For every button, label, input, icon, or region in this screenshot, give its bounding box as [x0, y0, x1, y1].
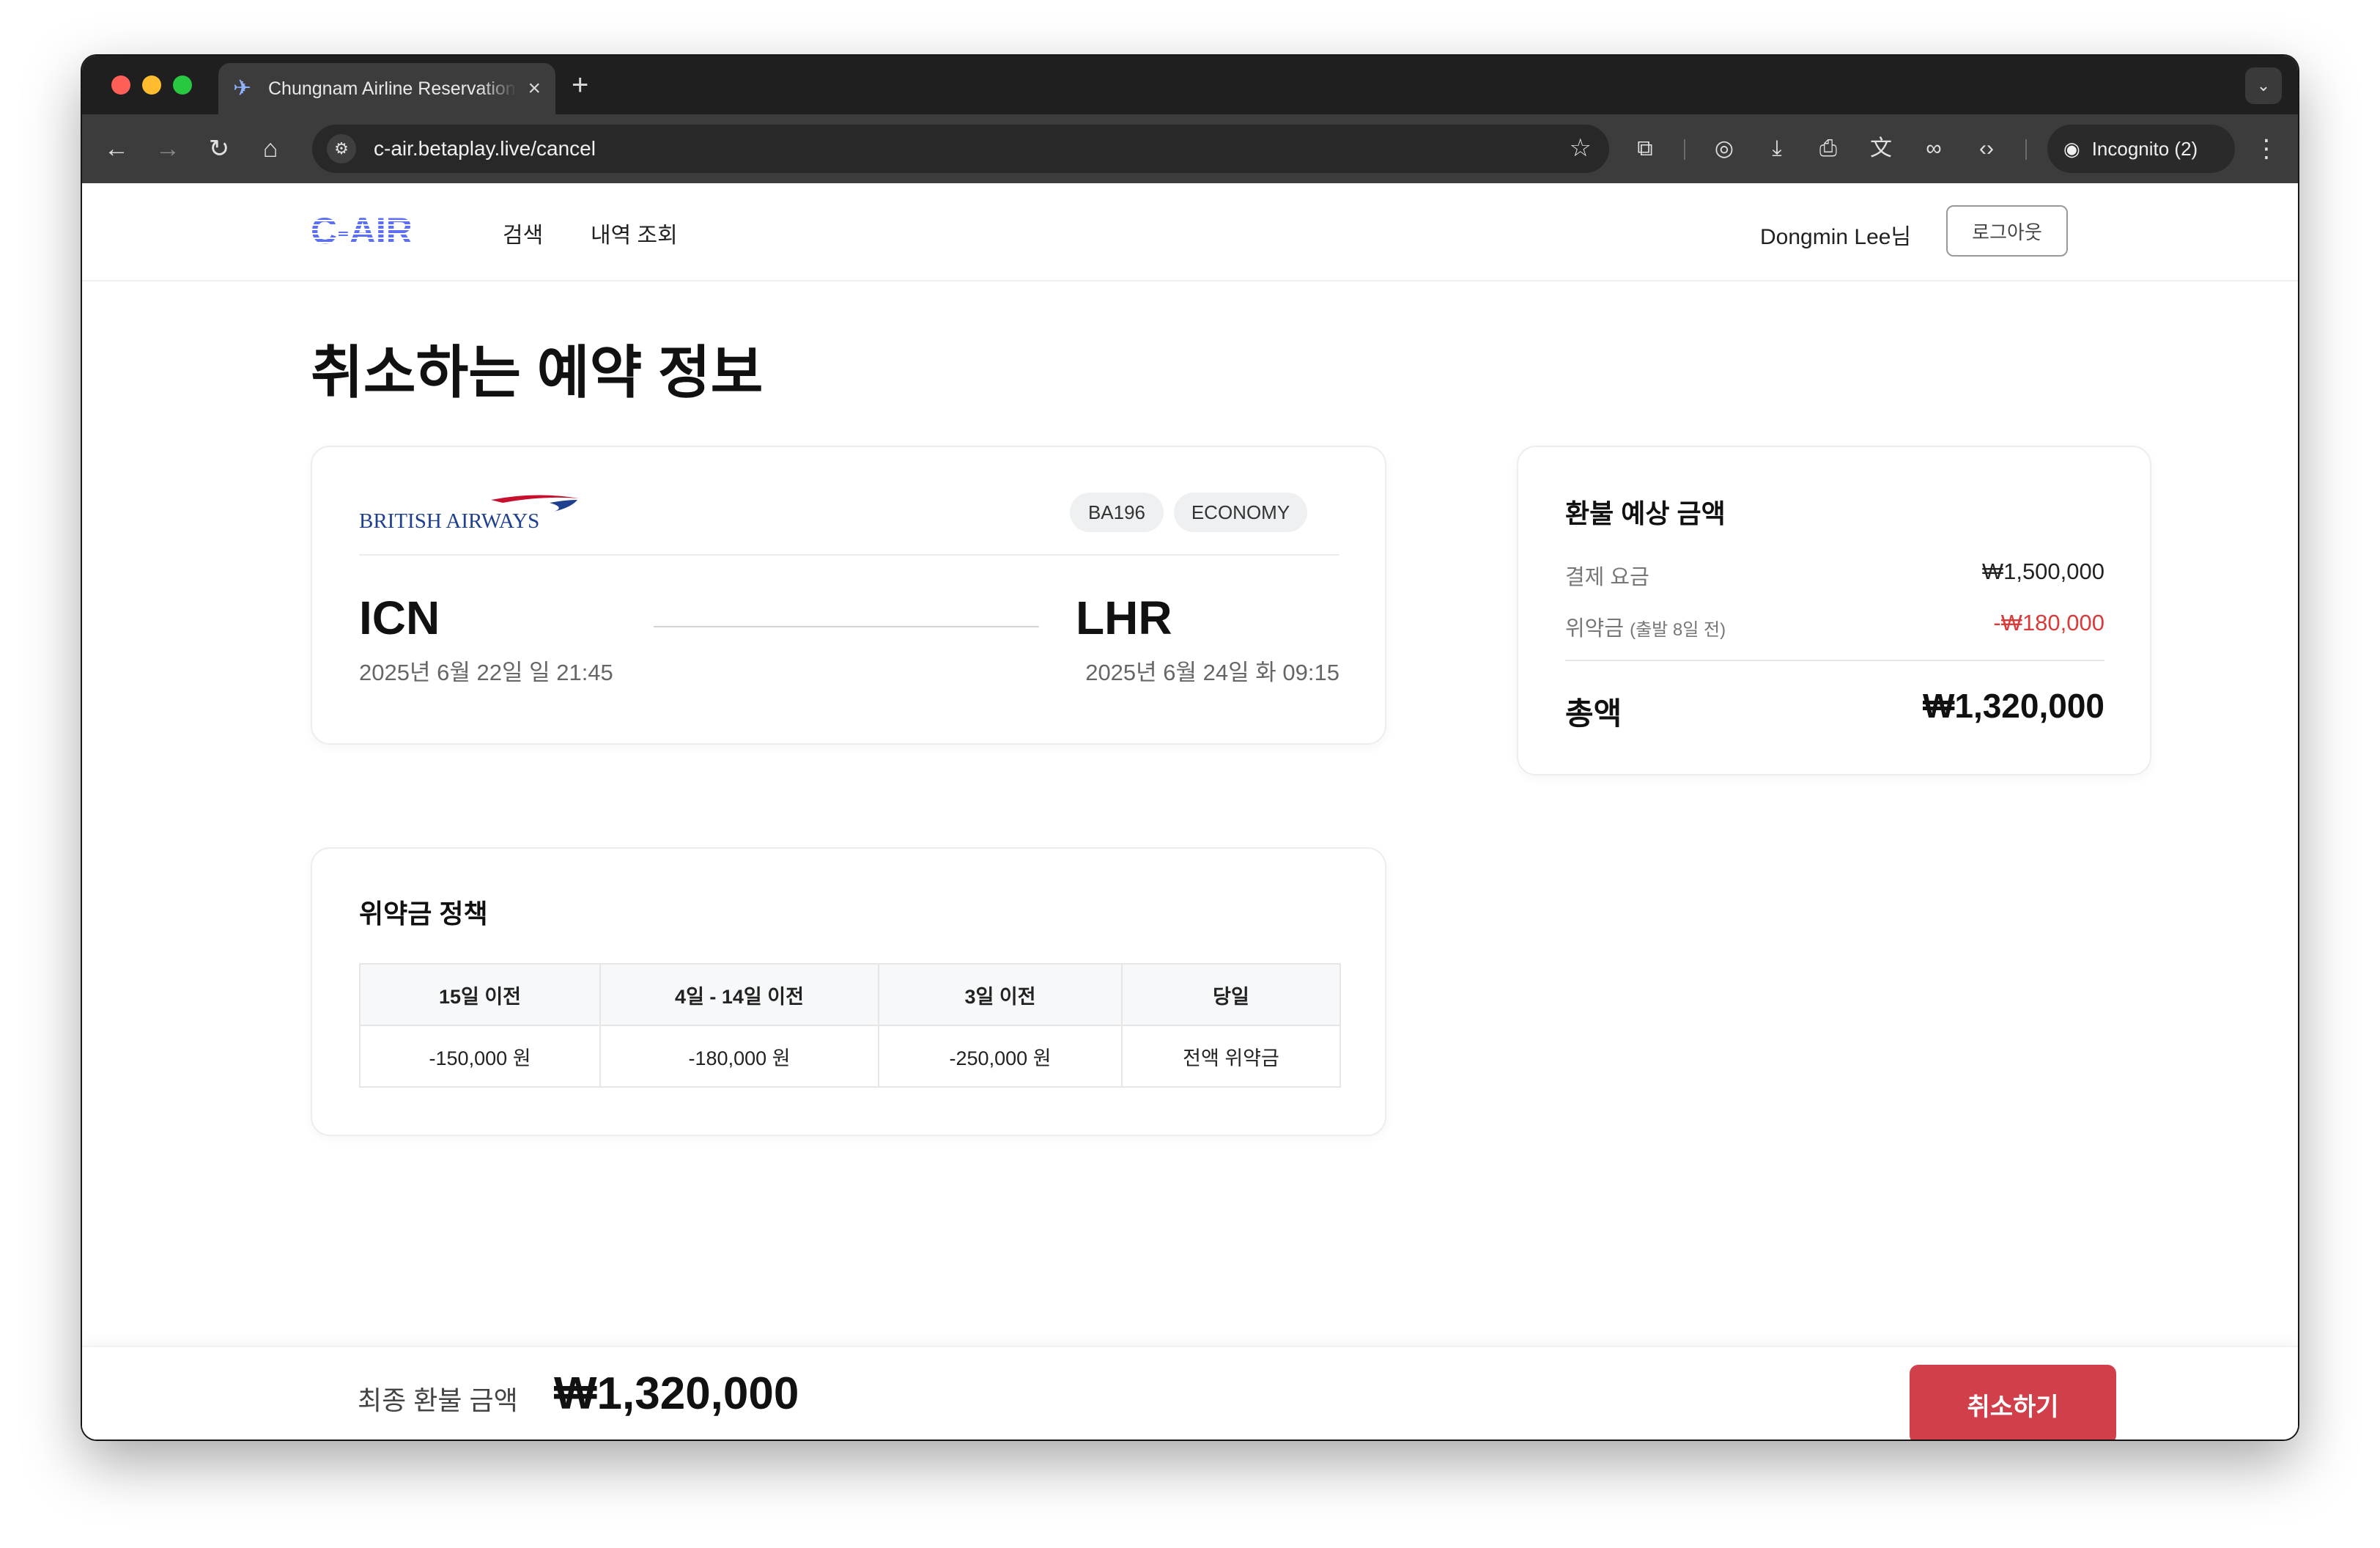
final-refund-amount: ₩1,320,000 — [554, 1368, 799, 1419]
browser-menu-icon[interactable]: ⋮ — [2254, 130, 2279, 167]
incognito-indicator[interactable]: ◉ Incognito (2) — [2047, 125, 2235, 173]
print-icon[interactable]: ⎙ — [1811, 132, 1845, 166]
toolbar-divider — [1684, 139, 1685, 160]
table-cell: -180,000 원 — [599, 1025, 879, 1088]
route-line — [654, 626, 1039, 627]
translate-icon[interactable]: 文 — [1864, 132, 1898, 166]
arrival-time: 2025년 6월 24일 화 09:15 — [1085, 660, 1339, 685]
incognito-glasses-icon[interactable]: ◎ — [1707, 132, 1741, 166]
policy-title: 위약금 정책 — [359, 899, 488, 929]
tab-title: Chungnam Airline Reservation — [268, 78, 516, 99]
toolbar-divider — [2025, 139, 2027, 160]
tab-bar: ✈ Chungnam Airline Reservation × + ⌄ — [82, 56, 2298, 114]
flight-number-badge: BA196 — [1070, 493, 1164, 532]
tab-close-icon[interactable]: × — [528, 78, 541, 100]
site-settings-icon[interactable]: ⚙ — [327, 134, 356, 163]
user-name: Dongmin Lee님 — [1760, 225, 1912, 249]
maximize-window-button[interactable] — [173, 75, 192, 95]
cabin-class-badge: ECONOMY — [1174, 493, 1307, 532]
new-tab-icon[interactable]: + — [572, 67, 588, 103]
incognito-icon: ◉ — [2063, 137, 2080, 160]
departure-time: 2025년 6월 22일 일 21:45 — [359, 660, 613, 685]
code-icon[interactable]: ‹› — [1970, 132, 2003, 166]
refund-footer-bar: 최종 환불 금액 ₩1,320,000 취소하기 — [82, 1346, 2298, 1440]
link-icon[interactable]: ∞ — [1917, 132, 1951, 166]
refund-title: 환불 예상 금액 — [1565, 498, 1726, 528]
fare-value: ₩1,500,000 — [1981, 559, 2104, 584]
tab-search-chevron-icon[interactable]: ⌄ — [2245, 67, 2282, 104]
penalty-note: (출발 8일 전) — [1630, 620, 1726, 640]
total-label: 총액 — [1565, 696, 1622, 731]
reload-icon[interactable]: ↻ — [201, 130, 237, 167]
back-icon[interactable]: ← — [98, 130, 135, 167]
page-content: C-AIR 검색 내역 조회 Dongmin Lee님 로그아웃 취소하는 예약… — [82, 183, 2298, 1440]
penalty-value: -₩180,000 — [1993, 610, 2104, 635]
table-header-cell: 4일 - 14일 이전 — [599, 963, 879, 1026]
table-row: -150,000 원 -180,000 원 -250,000 원 전액 위약금 — [359, 1025, 1341, 1088]
table-cell: -150,000 원 — [359, 1025, 601, 1088]
url-text: c-air.betaplay.live/cancel — [374, 137, 596, 160]
card-divider — [359, 554, 1339, 556]
final-refund-label: 최종 환불 금액 — [358, 1385, 518, 1415]
flight-summary-card: BRITISH AIRWAYS BA196 ECONOMY ICN 2025년 … — [311, 446, 1386, 745]
minimize-window-button[interactable] — [142, 75, 161, 95]
logout-button[interactable]: 로그아웃 — [1946, 205, 2068, 257]
table-cell: -250,000 원 — [878, 1025, 1123, 1088]
cancel-reservation-button[interactable]: 취소하기 — [1910, 1365, 2116, 1440]
destination-airport-code: LHR — [1076, 591, 1172, 644]
penalty-policy-card: 위약금 정책 15일 이전 4일 - 14일 이전 3일 이전 당일 -150,… — [311, 847, 1386, 1136]
home-icon[interactable]: ⌂ — [252, 130, 289, 167]
download-icon[interactable]: ⤓ — [1760, 132, 1794, 166]
c-air-logo[interactable]: C-AIR — [311, 210, 432, 253]
british-airways-logo: BRITISH AIRWAYS — [359, 491, 586, 534]
penalty-label-group: 위약금 (출발 8일 전) — [1565, 611, 1726, 642]
table-header-cell: 3일 이전 — [878, 963, 1123, 1026]
bookmark-star-icon[interactable]: ☆ — [1570, 133, 1592, 163]
airplane-icon: ✈ — [233, 76, 252, 100]
table-header-row: 15일 이전 4일 - 14일 이전 3일 이전 당일 — [359, 963, 1341, 1026]
logo-text: C-AIR — [311, 213, 413, 249]
forward-icon[interactable]: → — [149, 130, 186, 167]
browser-tab[interactable]: ✈ Chungnam Airline Reservation × — [218, 63, 555, 114]
total-value: ₩1,320,000 — [1922, 687, 2104, 725]
nav-history-link[interactable]: 내역 조회 — [591, 217, 678, 249]
origin-airport-code: ICN — [359, 591, 440, 644]
address-bar[interactable]: ⚙ c-air.betaplay.live/cancel ☆ — [312, 125, 1609, 173]
nav-search-link[interactable]: 검색 — [503, 217, 543, 249]
incognito-label: Incognito (2) — [2091, 137, 2198, 160]
refund-estimate-card: 환불 예상 금액 결제 요금 ₩1,500,000 위약금 (출발 8일 전) … — [1517, 446, 2151, 775]
browser-toolbar: ← → ↻ ⌂ ⚙ c-air.betaplay.live/cancel ☆ ⧉… — [82, 114, 2298, 183]
penalty-policy-table: 15일 이전 4일 - 14일 이전 3일 이전 당일 -150,000 원 -… — [359, 963, 1341, 1088]
close-window-button[interactable] — [111, 75, 130, 95]
fare-label: 결제 요금 — [1565, 566, 1649, 589]
browser-window: ✈ Chungnam Airline Reservation × + ⌄ ← →… — [82, 56, 2298, 1440]
table-header-cell: 당일 — [1121, 963, 1341, 1026]
penalty-label: 위약금 — [1565, 617, 1625, 641]
site-header: C-AIR 검색 내역 조회 Dongmin Lee님 로그아웃 — [82, 183, 2298, 281]
refund-divider — [1565, 660, 2104, 661]
airline-name: BRITISH AIRWAYS — [359, 509, 539, 531]
table-cell: 전액 위약금 — [1121, 1025, 1341, 1088]
table-header-cell: 15일 이전 — [359, 963, 601, 1026]
page-title: 취소하는 예약 정보 — [311, 340, 764, 405]
extensions-icon[interactable]: ⧉ — [1628, 132, 1662, 166]
